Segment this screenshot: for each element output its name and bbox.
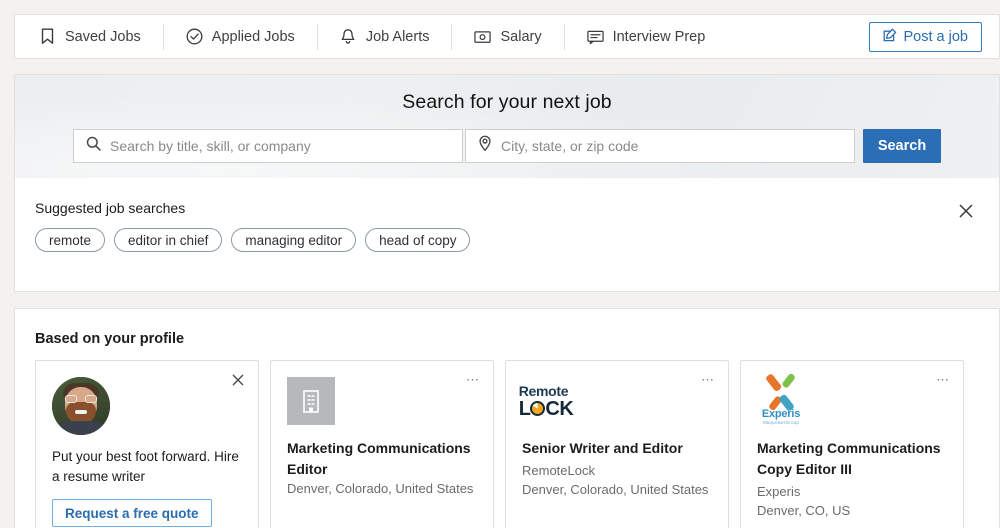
nav-item-label: Job Alerts <box>365 28 430 45</box>
page-title: Search for your next job <box>402 91 612 113</box>
promo-card[interactable]: Put your best foot forward. Hire a resum… <box>35 360 259 528</box>
promo-text: Put your best foot forward. Hire a resum… <box>52 449 239 484</box>
company-logo: Experis ManpowerGroup <box>757 372 805 425</box>
suggested-chip[interactable]: head of copy <box>365 228 471 252</box>
compose-icon <box>883 28 897 46</box>
check-circle-icon <box>186 28 203 45</box>
based-on-profile-panel: Based on your profile Put your best foot… <box>14 308 1000 528</box>
job-title: Senior Writer and Editor <box>522 440 683 456</box>
job-search-page: Saved Jobs Applied Jobs Job Alerts Salar… <box>0 0 1000 528</box>
job-title: Marketing Communications Copy Editor III <box>757 440 941 477</box>
post-a-job-label: Post a job <box>903 28 969 45</box>
company-logo: Remote L CK <box>519 377 574 425</box>
job-card[interactable]: ⋯ Marketing Communications Editor Denver… <box>270 360 494 528</box>
suggested-searches-label: Suggested job searches <box>35 200 186 216</box>
recommendation-card-list: Put your best foot forward. Hire a resum… <box>35 360 964 528</box>
remotelock-logo-ck: CK <box>545 397 574 420</box>
suggested-chip[interactable]: editor in chief <box>114 228 223 252</box>
search-icon <box>86 136 101 156</box>
job-card[interactable]: ⋯ Remote L CK Senior Writer and Editor R… <box>505 360 729 528</box>
experis-logo-sub: ManpowerGroup <box>762 420 800 425</box>
money-icon <box>474 28 492 45</box>
location-search-field[interactable] <box>465 129 855 163</box>
nav-item-label: Applied Jobs <box>211 28 295 45</box>
location-input[interactable] <box>501 138 842 154</box>
remotelock-logo-l: L <box>518 397 531 420</box>
nav-item-label: Interview Prep <box>612 28 706 45</box>
nav-item-label: Saved Jobs <box>65 28 141 45</box>
close-icon[interactable] <box>955 200 977 222</box>
company-logo <box>287 377 335 425</box>
nav-item-list: Saved Jobs Applied Jobs Job Alerts Salar… <box>15 15 727 58</box>
location-pin-icon <box>478 135 492 157</box>
remotelock-logo-bottom: L CK <box>519 399 574 419</box>
close-icon[interactable] <box>228 370 248 390</box>
search-input[interactable] <box>110 138 450 154</box>
overflow-menu-icon[interactable]: ⋯ <box>933 370 953 390</box>
nav-item-applied-jobs[interactable]: Applied Jobs <box>164 23 318 50</box>
suggested-chip-list: remote editor in chief managing editor h… <box>35 228 471 252</box>
experis-logo-name: Experis <box>761 408 801 420</box>
suggested-chip[interactable]: remote <box>35 228 106 252</box>
bookmark-icon <box>39 28 56 45</box>
remotelock-logo: Remote L CK <box>519 384 574 419</box>
suggested-searches-panel: Suggested job searches remote editor in … <box>14 178 1000 292</box>
search-hero: Search for your next job Search <box>14 74 1000 178</box>
job-card[interactable]: ⋯ Experis ManpowerGroup Marketing Commun… <box>740 360 964 528</box>
bell-icon <box>340 28 357 45</box>
overflow-menu-icon[interactable]: ⋯ <box>698 370 718 390</box>
avatar <box>52 377 110 435</box>
job-location: Denver, CO, US <box>757 502 851 518</box>
experis-x-mark-icon <box>764 372 798 412</box>
search-button[interactable]: Search <box>863 129 941 163</box>
suggested-chip[interactable]: managing editor <box>231 228 357 252</box>
lock-dial-icon <box>530 401 546 416</box>
experis-logo: Experis ManpowerGroup <box>757 372 805 425</box>
request-free-quote-button[interactable]: Request a free quote <box>52 499 212 528</box>
job-company: RemoteLock <box>522 463 595 478</box>
search-form: Search <box>15 129 999 163</box>
keyword-search-field[interactable] <box>73 129 463 163</box>
generic-building-logo <box>287 377 335 425</box>
message-icon <box>586 28 604 45</box>
top-navigation-bar: Saved Jobs Applied Jobs Job Alerts Salar… <box>14 14 1000 59</box>
job-company: Experis <box>757 484 801 499</box>
overflow-menu-icon[interactable]: ⋯ <box>463 370 483 390</box>
post-a-job-button[interactable]: Post a job <box>868 21 982 52</box>
job-location: Denver, Colorado, United States <box>287 481 474 496</box>
remotelock-logo-top: Remote <box>518 382 569 399</box>
nav-item-interview-prep[interactable]: Interview Prep <box>565 24 728 50</box>
job-location: Denver, Colorado, United States <box>522 481 709 497</box>
post-job-container: Post a job <box>868 21 1000 52</box>
nav-item-label: Salary <box>500 28 542 45</box>
nav-item-saved-jobs[interactable]: Saved Jobs <box>39 23 164 50</box>
nav-item-salary[interactable]: Salary <box>452 23 565 50</box>
panel-title: Based on your profile <box>35 331 185 347</box>
job-title: Marketing Communications Editor <box>287 440 471 477</box>
nav-item-job-alerts[interactable]: Job Alerts <box>318 23 453 50</box>
